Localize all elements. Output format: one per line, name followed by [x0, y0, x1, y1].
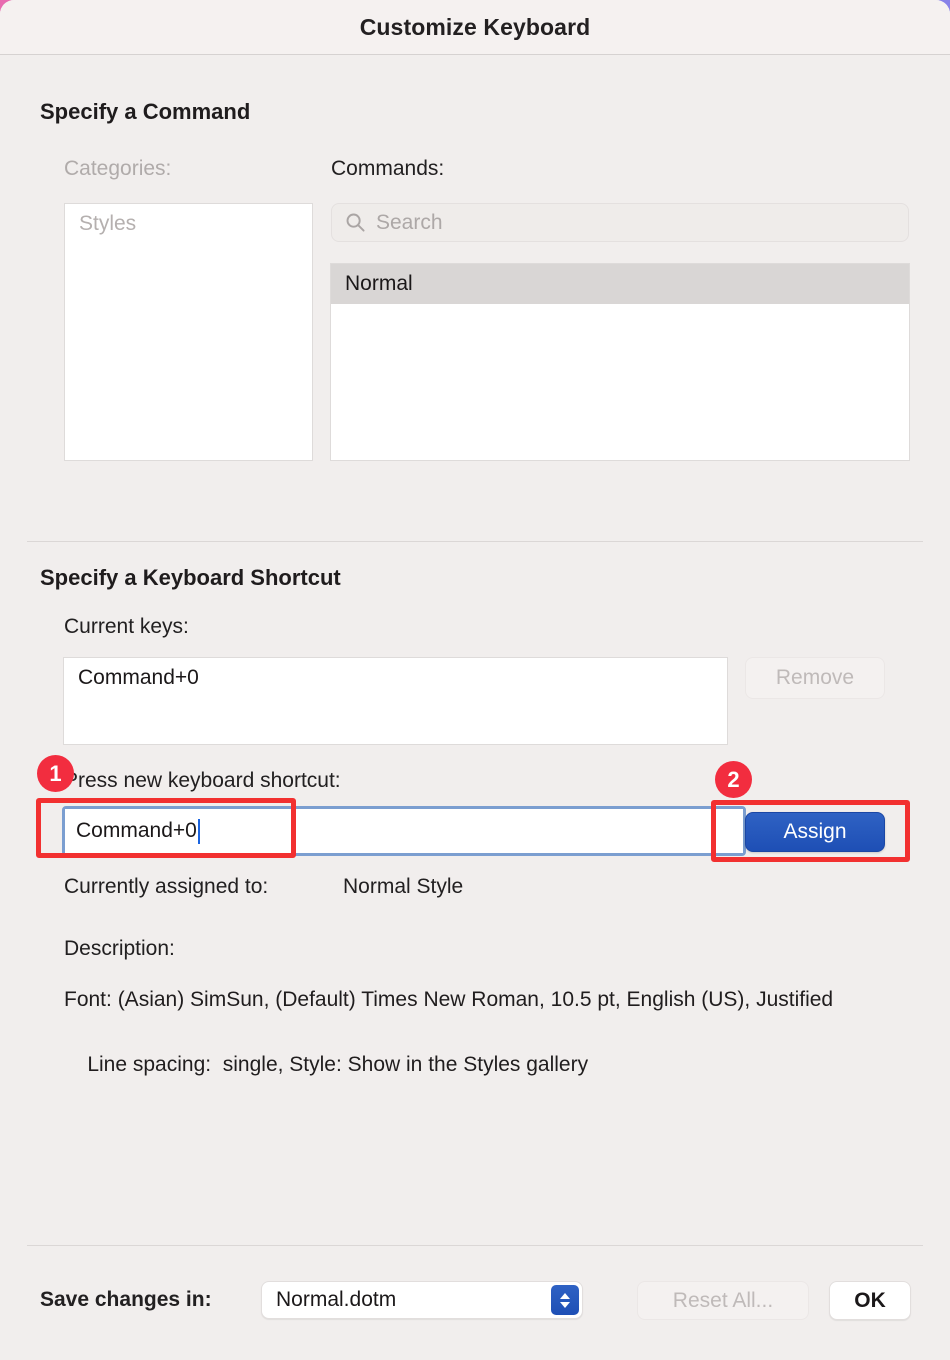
current-keys-item[interactable]: Command+0 — [64, 658, 727, 690]
commands-label: Commands: — [331, 157, 445, 180]
search-placeholder: Search — [376, 210, 443, 234]
commands-search-input[interactable]: Search — [331, 203, 909, 242]
specify-command-heading: Specify a Command — [40, 99, 251, 124]
search-icon — [344, 212, 366, 234]
categories-list[interactable]: Styles — [64, 203, 313, 461]
description-label: Description: — [64, 937, 175, 960]
reset-all-button[interactable]: Reset All... — [637, 1281, 809, 1320]
dialog-titlebar: Customize Keyboard — [0, 0, 950, 55]
footer-divider — [27, 1245, 923, 1246]
list-item[interactable]: Styles — [65, 204, 312, 244]
ok-button[interactable]: OK — [829, 1281, 911, 1320]
save-changes-in-value: Normal.dotm — [276, 1288, 397, 1311]
current-keys-list[interactable]: Command+0 — [63, 657, 728, 745]
current-keys-label: Current keys: — [64, 615, 189, 638]
save-changes-label: Save changes in: — [40, 1288, 212, 1311]
currently-assigned-label: Currently assigned to: — [64, 875, 269, 898]
customize-keyboard-dialog: Customize Keyboard Specify a Command Cat… — [0, 0, 950, 1360]
commands-list[interactable]: Normal — [330, 263, 910, 461]
chevron-up-icon — [560, 1292, 570, 1299]
press-new-keyboard-shortcut-value: Command+0 — [76, 819, 197, 842]
press-new-keyboard-shortcut-input[interactable]: Command+0 — [65, 809, 743, 853]
annotation-badge-2: 2 — [715, 761, 752, 798]
categories-label: Categories: — [64, 157, 172, 180]
save-changes-in-select[interactable]: Normal.dotm — [261, 1281, 583, 1319]
chevron-down-icon — [560, 1301, 570, 1308]
specify-shortcut-heading: Specify a Keyboard Shortcut — [40, 565, 341, 590]
remove-button[interactable]: Remove — [745, 657, 885, 699]
text-caret — [197, 818, 200, 844]
press-new-shortcut-label: Press new keyboard shortcut: — [64, 769, 341, 792]
section-divider — [27, 541, 923, 542]
description-line: Font: (Asian) SimSun, (Default) Times Ne… — [64, 988, 834, 1011]
description-line: Line spacing: single, Style: Show in the… — [64, 1053, 589, 1076]
currently-assigned-value: Normal Style — [343, 875, 464, 898]
dialog-title: Customize Keyboard — [359, 14, 591, 40]
annotation-badge-1: 1 — [37, 755, 74, 792]
chevron-updown-icon[interactable] — [551, 1285, 579, 1315]
list-item[interactable]: Normal — [331, 264, 909, 305]
assign-button[interactable]: Assign — [745, 812, 885, 852]
